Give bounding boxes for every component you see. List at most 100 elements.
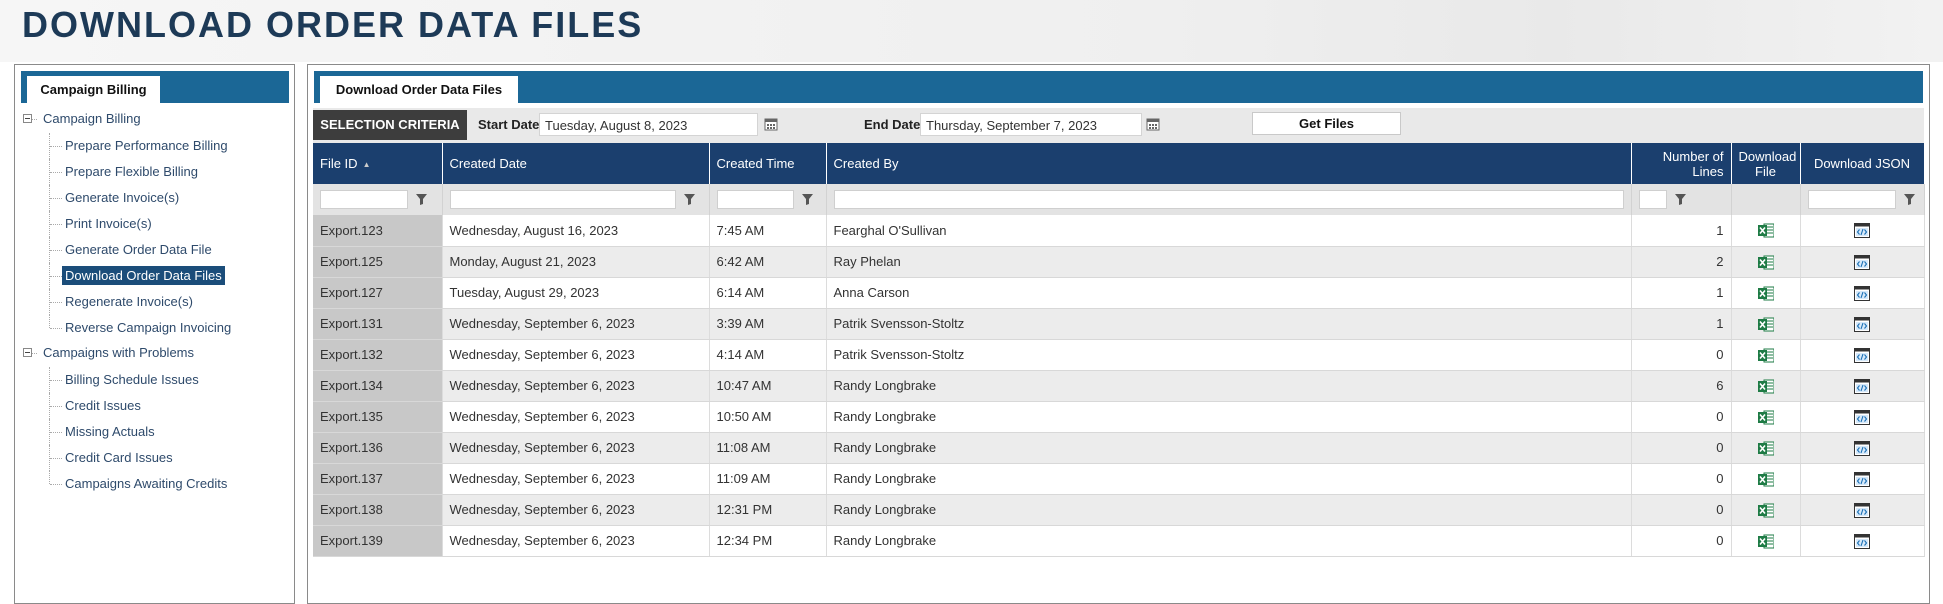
- tree-connector: [49, 471, 50, 484]
- table-row[interactable]: Export.123 Wednesday, August 16, 2023 7:45…: [313, 215, 1925, 247]
- col-header-number-of-lines[interactable]: Number of Lines: [1631, 143, 1732, 184]
- tab-campaign-billing[interactable]: Campaign Billing: [27, 76, 160, 103]
- json-code-icon[interactable]: [1854, 254, 1870, 270]
- cell-download-json[interactable]: [1800, 463, 1925, 495]
- cell-number-of-lines: 1: [1631, 277, 1732, 309]
- start-date-calendar-icon[interactable]: [764, 117, 778, 131]
- filter-input-number-of-lines[interactable]: [1638, 190, 1667, 209]
- sidebar-item-label[interactable]: Prepare Flexible Billing: [62, 162, 201, 181]
- table-row[interactable]: Export.138 Wednesday, September 6, 2023 12…: [313, 494, 1925, 526]
- cell-download-file[interactable]: [1731, 401, 1801, 433]
- cell-download-json[interactable]: [1800, 525, 1925, 557]
- filter-icon[interactable]: [1903, 194, 1915, 205]
- end-date-input[interactable]: Thursday, September 7, 2023: [920, 113, 1142, 136]
- tree-group-label[interactable]: Campaigns with Problems: [43, 345, 194, 360]
- cell-download-file[interactable]: [1731, 215, 1801, 247]
- filter-input-created-by[interactable]: [833, 190, 1624, 209]
- cell-download-file[interactable]: [1731, 525, 1801, 557]
- json-code-icon[interactable]: [1854, 347, 1870, 363]
- cell-download-file[interactable]: [1731, 494, 1801, 526]
- table-row[interactable]: Export.136 Wednesday, September 6, 2023 11…: [313, 432, 1925, 464]
- sidebar-item-label[interactable]: Print Invoice(s): [62, 214, 155, 233]
- excel-icon[interactable]: [1757, 379, 1774, 394]
- tab-download-order-data-files[interactable]: Download Order Data Files: [320, 76, 518, 103]
- cell-download-json[interactable]: [1800, 432, 1925, 464]
- table-row[interactable]: Export.134 Wednesday, September 6, 2023 10…: [313, 370, 1925, 402]
- tree-group: Campaigns with Problems: [15, 341, 294, 367]
- sidebar-item-label[interactable]: Campaigns Awaiting Credits: [62, 474, 230, 493]
- cell-download-json[interactable]: [1800, 246, 1925, 278]
- filter-icon[interactable]: [801, 194, 813, 205]
- filter-input-file-id[interactable]: [320, 190, 408, 209]
- cell-download-json[interactable]: [1800, 370, 1925, 402]
- filter-input-created-time[interactable]: [716, 190, 794, 209]
- collapse-icon[interactable]: [23, 114, 32, 123]
- excel-icon[interactable]: [1757, 472, 1774, 487]
- excel-icon[interactable]: [1757, 348, 1774, 363]
- json-code-icon[interactable]: [1854, 440, 1870, 456]
- sidebar-item-label[interactable]: Reverse Campaign Invoicing: [62, 318, 234, 337]
- json-code-icon[interactable]: [1854, 378, 1870, 394]
- sidebar-item-label[interactable]: Missing Actuals: [62, 422, 158, 441]
- sidebar-item-label[interactable]: Regenerate Invoice(s): [62, 292, 196, 311]
- cell-download-file[interactable]: [1731, 339, 1801, 371]
- col-header-created-date[interactable]: Created Date: [442, 143, 710, 184]
- sidebar-item-label[interactable]: Billing Schedule Issues: [62, 370, 202, 389]
- excel-icon[interactable]: [1757, 255, 1774, 270]
- cell-download-json[interactable]: [1800, 215, 1925, 247]
- cell-download-file[interactable]: [1731, 308, 1801, 340]
- excel-icon[interactable]: [1757, 286, 1774, 301]
- cell-download-json[interactable]: [1800, 339, 1925, 371]
- tree-group-label[interactable]: Campaign Billing: [43, 111, 141, 126]
- json-code-icon[interactable]: [1854, 409, 1870, 425]
- excel-icon[interactable]: [1757, 503, 1774, 518]
- json-code-icon[interactable]: [1854, 316, 1870, 332]
- excel-icon[interactable]: [1757, 223, 1774, 238]
- cell-download-json[interactable]: [1800, 494, 1925, 526]
- filter-icon[interactable]: [416, 194, 427, 205]
- json-code-icon[interactable]: [1854, 223, 1870, 239]
- end-date-calendar-icon[interactable]: [1146, 117, 1160, 131]
- get-files-button[interactable]: Get Files: [1252, 112, 1401, 135]
- cell-download-file[interactable]: [1731, 370, 1801, 402]
- excel-icon[interactable]: [1757, 441, 1774, 456]
- cell-download-file[interactable]: [1731, 432, 1801, 464]
- json-code-icon[interactable]: [1854, 285, 1870, 301]
- filter-icon[interactable]: [683, 194, 695, 205]
- json-code-icon[interactable]: [1854, 533, 1870, 549]
- excel-icon[interactable]: [1757, 317, 1774, 332]
- col-header-created-by[interactable]: Created By: [826, 143, 1632, 184]
- table-row[interactable]: Export.127 Tuesday, August 29, 2023 6:14 A…: [313, 277, 1925, 309]
- collapse-icon[interactable]: [23, 348, 32, 357]
- filter-icon[interactable]: [1674, 194, 1686, 205]
- table-row[interactable]: Export.125 Monday, August 21, 2023 6:42 AM…: [313, 246, 1925, 278]
- sidebar-item-label[interactable]: Credit Issues: [62, 396, 144, 415]
- sidebar-item-label[interactable]: Generate Invoice(s): [62, 188, 182, 207]
- table-row[interactable]: Export.131 Wednesday, September 6, 2023 3:…: [313, 308, 1925, 340]
- filter-input-created-date[interactable]: [449, 190, 676, 209]
- cell-download-file[interactable]: [1731, 246, 1801, 278]
- col-header-file-id[interactable]: File ID ▲: [313, 143, 443, 184]
- filter-cell-created-by: [826, 184, 1632, 215]
- cell-download-json[interactable]: [1800, 308, 1925, 340]
- col-header-created-time[interactable]: Created Time: [709, 143, 827, 184]
- table-row[interactable]: Export.135 Wednesday, September 6, 2023 10…: [313, 401, 1925, 433]
- cell-download-json[interactable]: [1800, 401, 1925, 433]
- cell-download-file[interactable]: [1731, 277, 1801, 309]
- sidebar-item-label[interactable]: Credit Card Issues: [62, 448, 176, 467]
- cell-created-date: Wednesday, September 6, 2023: [442, 463, 710, 495]
- sidebar-item-label[interactable]: Generate Order Data File: [62, 240, 215, 259]
- json-code-icon[interactable]: [1854, 502, 1870, 518]
- json-code-icon[interactable]: [1854, 471, 1870, 487]
- table-row[interactable]: Export.137 Wednesday, September 6, 2023 11…: [313, 463, 1925, 495]
- excel-icon[interactable]: [1757, 534, 1774, 549]
- cell-download-json[interactable]: [1800, 277, 1925, 309]
- table-row[interactable]: Export.132 Wednesday, September 6, 2023 4:…: [313, 339, 1925, 371]
- cell-download-file[interactable]: [1731, 463, 1801, 495]
- excel-icon[interactable]: [1757, 410, 1774, 425]
- sidebar-item-label[interactable]: Download Order Data Files: [62, 266, 225, 285]
- sidebar-item-label[interactable]: Prepare Performance Billing: [62, 136, 231, 155]
- table-row[interactable]: Export.139 Wednesday, September 6, 2023 12…: [313, 525, 1925, 557]
- start-date-input[interactable]: Tuesday, August 8, 2023: [539, 113, 758, 136]
- filter-input-download-json[interactable]: [1807, 190, 1896, 209]
